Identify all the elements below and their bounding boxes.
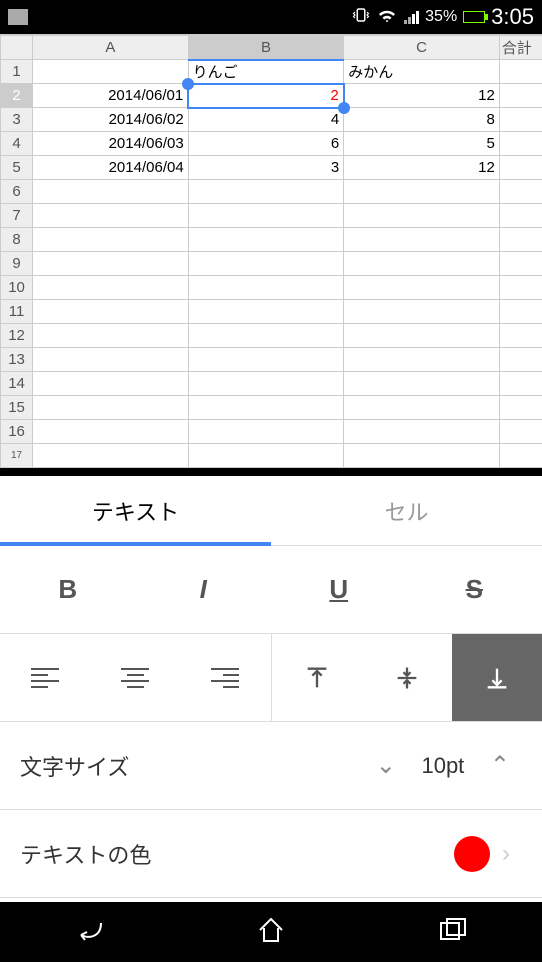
row-header[interactable]: 1 xyxy=(1,60,33,84)
col-header-b[interactable]: B xyxy=(188,36,344,60)
valign-top-button[interactable] xyxy=(272,634,362,721)
bold-button[interactable]: B xyxy=(0,546,136,633)
row-header[interactable]: 13 xyxy=(1,348,33,372)
cell[interactable]: 2014/06/04 xyxy=(33,156,189,180)
cell[interactable]: 8 xyxy=(344,108,500,132)
tab-text[interactable]: テキスト xyxy=(0,476,271,545)
format-panel: テキスト セル B I U S xyxy=(0,468,542,902)
corner-cell[interactable] xyxy=(1,36,33,60)
cell[interactable]: りんご xyxy=(188,60,344,84)
row-header[interactable]: 11 xyxy=(1,300,33,324)
picture-icon xyxy=(8,9,28,25)
col-header-a[interactable]: A xyxy=(33,36,189,60)
text-color-row[interactable]: テキストの色 › xyxy=(0,810,542,898)
cell[interactable]: 2014/06/02 xyxy=(33,108,189,132)
home-button[interactable] xyxy=(254,913,288,952)
alignment-row xyxy=(0,634,542,722)
valign-middle-button[interactable] xyxy=(362,634,452,721)
font-size-value: 10pt xyxy=(408,753,478,779)
align-left-button[interactable] xyxy=(0,634,90,721)
cell[interactable] xyxy=(499,108,542,132)
battery-percent: 35% xyxy=(425,8,457,26)
cell[interactable]: 5 xyxy=(344,132,500,156)
col-header-total[interactable]: 合計 xyxy=(499,36,542,60)
chevron-down-icon[interactable]: ⌄ xyxy=(364,751,408,780)
row-header[interactable]: 8 xyxy=(1,228,33,252)
row-header[interactable]: 17 xyxy=(1,444,33,468)
cell[interactable]: 12 xyxy=(344,156,500,180)
cell[interactable]: 4 xyxy=(188,108,344,132)
text-style-row: B I U S xyxy=(0,546,542,634)
underline-button[interactable]: U xyxy=(271,546,407,633)
italic-button[interactable]: I xyxy=(136,546,272,633)
row-header[interactable]: 15 xyxy=(1,396,33,420)
cell[interactable]: 3 xyxy=(188,156,344,180)
row-header[interactable]: 6 xyxy=(1,180,33,204)
row-header[interactable]: 4 xyxy=(1,132,33,156)
align-right-button[interactable] xyxy=(180,634,270,721)
status-bar: 35% 3:05 xyxy=(0,0,542,34)
wifi-icon xyxy=(376,6,398,29)
cell[interactable] xyxy=(499,60,542,84)
spreadsheet[interactable]: A B C 合計 1 りんご みかん 2 2014/06/01 2 12 3 2… xyxy=(0,34,542,468)
row-header[interactable]: 12 xyxy=(1,324,33,348)
row-header[interactable]: 14 xyxy=(1,372,33,396)
valign-bottom-button[interactable] xyxy=(452,634,542,721)
battery-icon xyxy=(463,11,485,23)
row-header[interactable]: 3 xyxy=(1,108,33,132)
signal-icon xyxy=(404,11,419,24)
strikethrough-button[interactable]: S xyxy=(407,546,542,633)
cell[interactable] xyxy=(499,84,542,108)
row-header[interactable]: 2 xyxy=(1,84,33,108)
font-size-row[interactable]: 文字サイズ ⌄ 10pt ⌃ xyxy=(0,722,542,810)
text-color-label: テキストの色 xyxy=(20,838,454,870)
cell[interactable] xyxy=(499,132,542,156)
cell[interactable]: 12 xyxy=(344,84,500,108)
cell[interactable] xyxy=(33,60,189,84)
chevron-right-icon: › xyxy=(490,840,522,868)
chevron-up-icon[interactable]: ⌃ xyxy=(478,751,522,780)
clock: 3:05 xyxy=(491,4,534,30)
font-size-label: 文字サイズ xyxy=(20,750,364,782)
row-header[interactable]: 5 xyxy=(1,156,33,180)
cell[interactable]: 6 xyxy=(188,132,344,156)
back-button[interactable] xyxy=(73,913,107,952)
vibrate-icon xyxy=(352,6,370,29)
tab-cell[interactable]: セル xyxy=(271,476,542,545)
cell-selected[interactable]: 2 xyxy=(188,84,344,108)
cell[interactable]: 2014/06/01 xyxy=(33,84,189,108)
align-center-button[interactable] xyxy=(90,634,180,721)
tabs: テキスト セル xyxy=(0,476,542,546)
color-swatch xyxy=(454,836,490,872)
row-header[interactable]: 16 xyxy=(1,420,33,444)
row-header[interactable]: 10 xyxy=(1,276,33,300)
row-header[interactable]: 9 xyxy=(1,252,33,276)
recent-apps-button[interactable] xyxy=(435,913,469,952)
row-header[interactable]: 7 xyxy=(1,204,33,228)
nav-bar xyxy=(0,902,542,962)
cell[interactable] xyxy=(499,156,542,180)
cell[interactable]: 2014/06/03 xyxy=(33,132,189,156)
cell[interactable]: みかん xyxy=(344,60,500,84)
col-header-c[interactable]: C xyxy=(344,36,500,60)
